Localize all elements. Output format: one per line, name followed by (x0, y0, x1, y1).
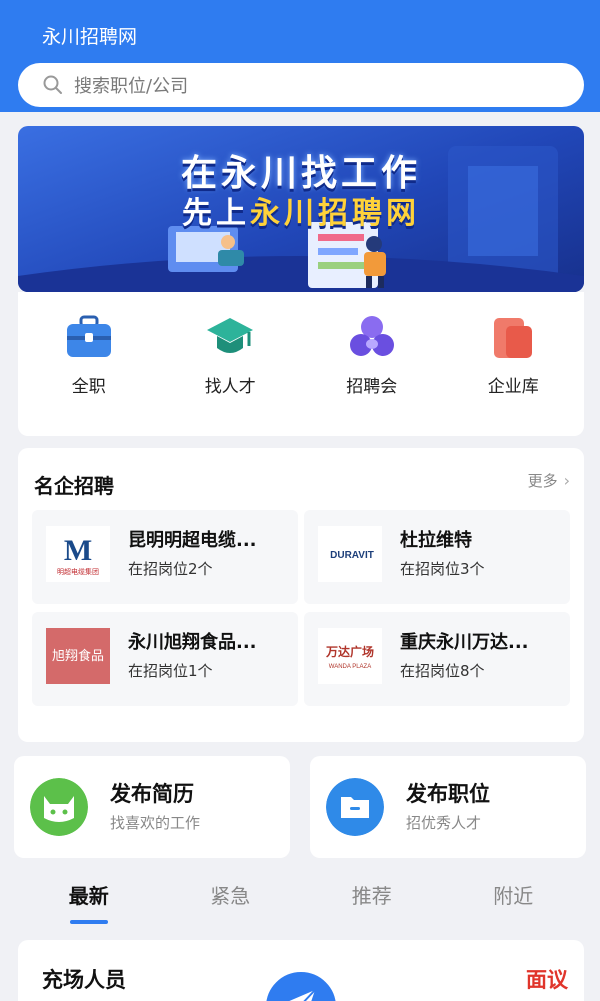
banner-prefix: 先上 (182, 196, 250, 231)
more-label: 更多 (527, 472, 558, 490)
logo-subtext: WANDA PLAZA (329, 664, 371, 670)
quick-link-jobfair[interactable]: 招聘会 (301, 292, 443, 436)
graduation-cap-icon (207, 318, 254, 353)
quick-link-label: 企业库 (487, 377, 539, 397)
promo-banner[interactable]: 在永川找工作 先上永川招聘网 (18, 126, 584, 292)
logo-subtext: 明超电缆集团 (57, 567, 99, 576)
tab-latest[interactable]: 最新 (18, 866, 160, 930)
company-jobs-count: 在招岗位3个 (400, 560, 485, 578)
job-tabs: 最新 紧急 推荐 附近 (18, 866, 584, 930)
company-jobs-count: 在招岗位2个 (128, 560, 213, 578)
quick-link-talent[interactable]: 找人才 (160, 292, 302, 436)
folder-icon (326, 778, 384, 836)
send-icon (289, 989, 316, 1001)
company-name: 昆明明超电缆... (128, 530, 257, 551)
job-title: 充场人员 (42, 968, 126, 992)
company-jobs-count: 在招岗位8个 (400, 662, 485, 680)
quick-link-label: 招聘会 (346, 377, 398, 397)
quick-links: 全职 找人才 招聘会 企业库 (18, 292, 584, 436)
tab-label: 推荐 (351, 884, 392, 908)
logo-letter: M (64, 534, 92, 567)
publish-job-title: 发布职位 (406, 782, 490, 806)
tab-recommended[interactable]: 推荐 (301, 866, 443, 930)
group-icon (349, 316, 394, 356)
company-logo: DURAVIT (318, 526, 382, 582)
publish-resume-card[interactable]: 发布简历 找喜欢的工作 (14, 756, 290, 858)
tab-label: 紧急 (210, 884, 251, 908)
company-name: 重庆永川万达... (400, 632, 529, 653)
logo-letter: DURAVIT (330, 550, 374, 561)
company-name: 永川旭翔食品... (128, 632, 257, 653)
company-card[interactable]: 万达广场 WANDA PLAZA 重庆永川万达... 在招岗位8个 (304, 612, 570, 706)
header-bar: 永川招聘网 搜索职位/公司 (0, 0, 600, 112)
resume-face-icon (30, 778, 88, 836)
publish-resume-title: 发布简历 (110, 782, 194, 806)
tab-nearby[interactable]: 附近 (443, 866, 585, 930)
salary-tag: 面议 (526, 968, 568, 992)
logo-letter: 万达广场 (325, 644, 374, 659)
company-card[interactable]: M 明超电缆集团 昆明明超电缆... 在招岗位2个 (32, 510, 298, 604)
famous-companies-section: 名企招聘 更多 › M 明超电缆集团 昆明明超电缆... 在招岗位2个 DURA… (18, 448, 584, 742)
quick-link-label: 全职 (71, 377, 106, 397)
company-name: 杜拉维特 (400, 530, 472, 551)
duravit-logo: DURAVIT (330, 550, 374, 561)
tab-urgent[interactable]: 紧急 (160, 866, 302, 930)
company-card[interactable]: DURAVIT 杜拉维特 在招岗位3个 (304, 510, 570, 604)
more-link[interactable]: 更多 › (528, 470, 570, 491)
company-logo: 万达广场 WANDA PLAZA (318, 628, 382, 684)
briefcase-icon (66, 315, 111, 357)
company-logo: M 明超电缆集团 (46, 526, 110, 582)
tab-active-indicator (69, 920, 108, 924)
app-title: 永川招聘网 (42, 26, 138, 48)
logo-letter: 旭翔食品 (52, 648, 104, 664)
chevron-right-icon: › (563, 471, 570, 490)
wanda-logo: 万达广场 WANDA PLAZA (325, 644, 374, 670)
banner-highlight: 永川招聘网 (250, 196, 420, 231)
company-card[interactable]: 旭翔食品 永川旭翔食品... 在招岗位1个 (32, 612, 298, 706)
tab-label: 附近 (493, 884, 534, 908)
search-icon (43, 75, 62, 94)
mingchao-logo: M 明超电缆集团 (57, 534, 99, 576)
search-input[interactable]: 搜索职位/公司 (18, 63, 584, 107)
quick-link-fulltime[interactable]: 全职 (18, 292, 160, 436)
quick-link-label: 找人才 (204, 377, 256, 397)
quick-link-companies[interactable]: 企业库 (443, 292, 585, 436)
publish-job-card[interactable]: 发布职位 招优秀人才 (310, 756, 586, 858)
publish-job-subtitle: 招优秀人才 (406, 814, 482, 832)
company-jobs-count: 在招岗位1个 (128, 662, 213, 680)
section-title: 名企招聘 (34, 474, 114, 498)
tab-label: 最新 (68, 884, 109, 908)
publish-resume-subtitle: 找喜欢的工作 (110, 814, 201, 832)
search-placeholder: 搜索职位/公司 (74, 76, 189, 97)
banner-subheadline: 先上永川招聘网 (18, 188, 584, 232)
company-logo: 旭翔食品 (46, 628, 110, 684)
xuxiang-logo: 旭翔食品 (52, 648, 104, 664)
building-icon (494, 318, 533, 358)
